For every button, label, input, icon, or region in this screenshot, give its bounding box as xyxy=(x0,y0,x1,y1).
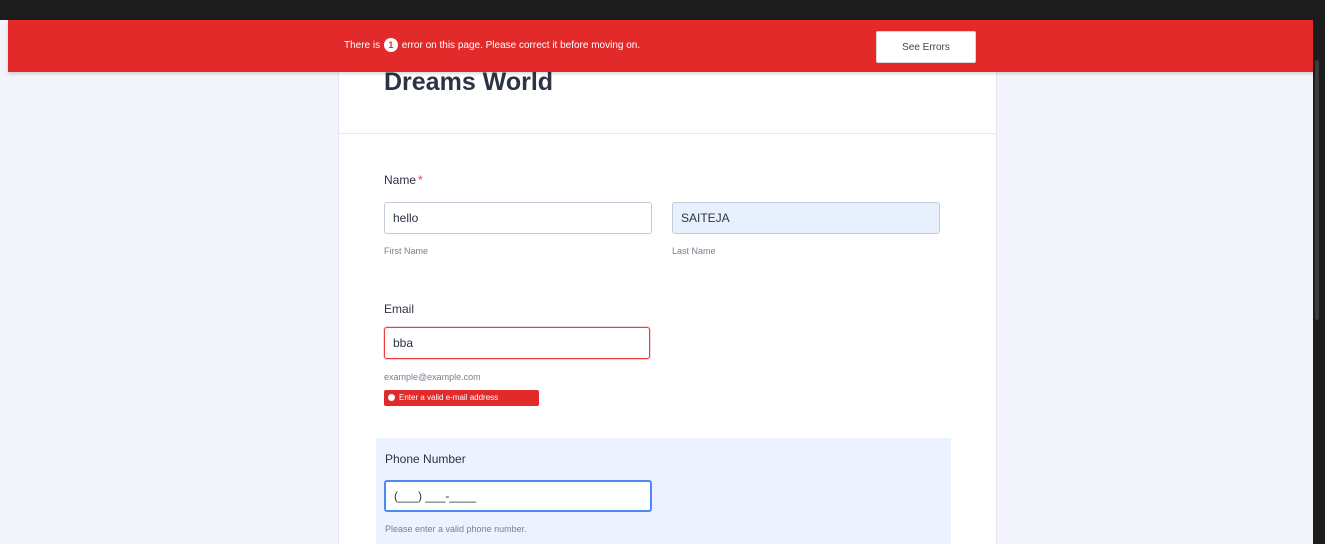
error-icon xyxy=(388,394,395,401)
see-errors-button[interactable]: See Errors xyxy=(876,31,976,63)
phone-label: Phone Number xyxy=(385,452,466,466)
error-count-badge: 1 xyxy=(383,38,398,53)
scrollbar[interactable] xyxy=(1313,0,1325,544)
phone-sublabel: Please enter a valid phone number. xyxy=(385,524,527,534)
email-error-text: Enter a valid e-mail address xyxy=(399,393,499,402)
name-label: Name * xyxy=(384,173,423,187)
form-title: Dreams World xyxy=(384,68,554,96)
error-banner: There is 1 error on this page. Please co… xyxy=(8,20,1313,72)
phone-section: Phone Number (___) ___-____ Please enter… xyxy=(376,438,951,544)
form-card: Dreams World Name * hello First Name SAIT… xyxy=(338,20,997,544)
banner-text-after: error on this page. Please correct it be… xyxy=(401,40,641,51)
last-name-input[interactable]: SAITEJA xyxy=(672,202,940,234)
banner-text-before: There is xyxy=(344,40,381,51)
banner-message: There is 1 error on this page. Please co… xyxy=(344,20,640,72)
phone-input[interactable]: (___) ___-____ xyxy=(384,480,652,512)
browser-top-bar xyxy=(0,0,1325,20)
email-sublabel: example@example.com xyxy=(384,372,481,382)
first-name-input[interactable]: hello xyxy=(384,202,652,234)
email-input[interactable]: bba xyxy=(384,327,650,359)
required-asterisk: * xyxy=(418,173,423,187)
form-page: Dreams World Name * hello First Name SAIT… xyxy=(8,20,1313,544)
email-label: Email xyxy=(384,302,415,316)
first-name-sublabel: First Name xyxy=(384,246,429,256)
last-name-sublabel: Last Name xyxy=(672,246,716,256)
email-error-message: Enter a valid e-mail address xyxy=(384,390,539,406)
name-label-text: Name xyxy=(384,173,417,187)
scrollbar-thumb[interactable] xyxy=(1315,60,1319,320)
